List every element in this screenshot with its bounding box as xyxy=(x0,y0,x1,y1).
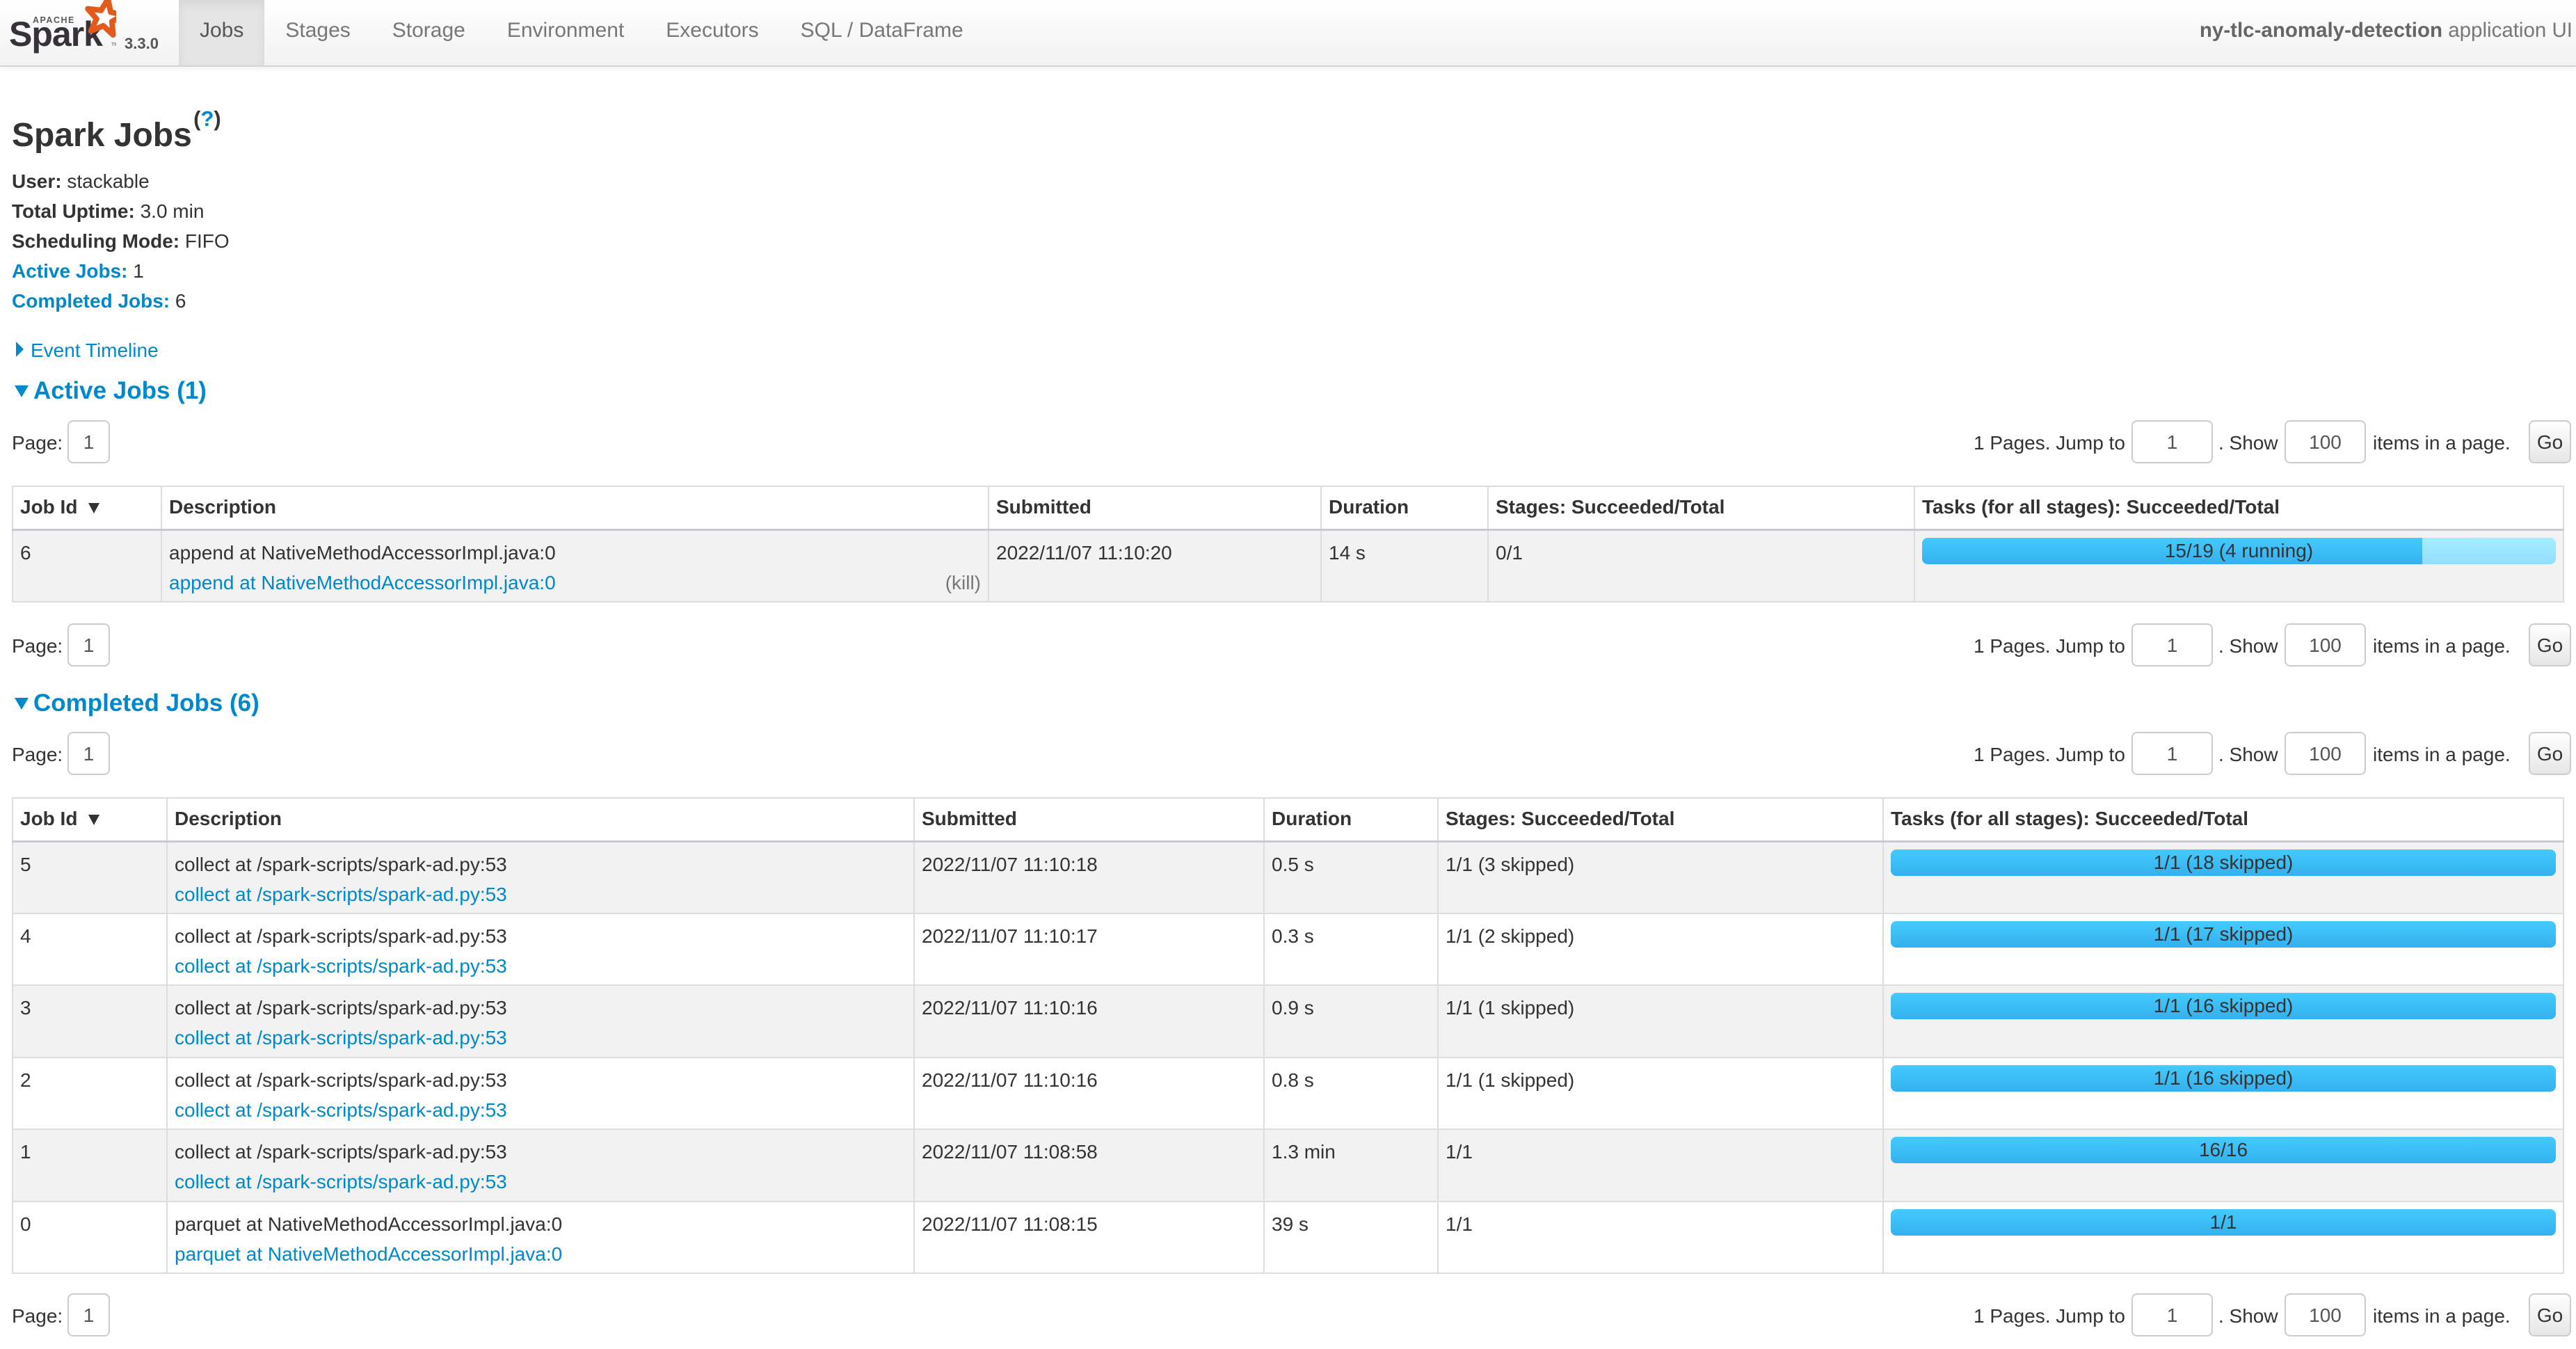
svg-text:TM: TM xyxy=(111,42,116,47)
svg-text:Spark: Spark xyxy=(10,15,103,54)
